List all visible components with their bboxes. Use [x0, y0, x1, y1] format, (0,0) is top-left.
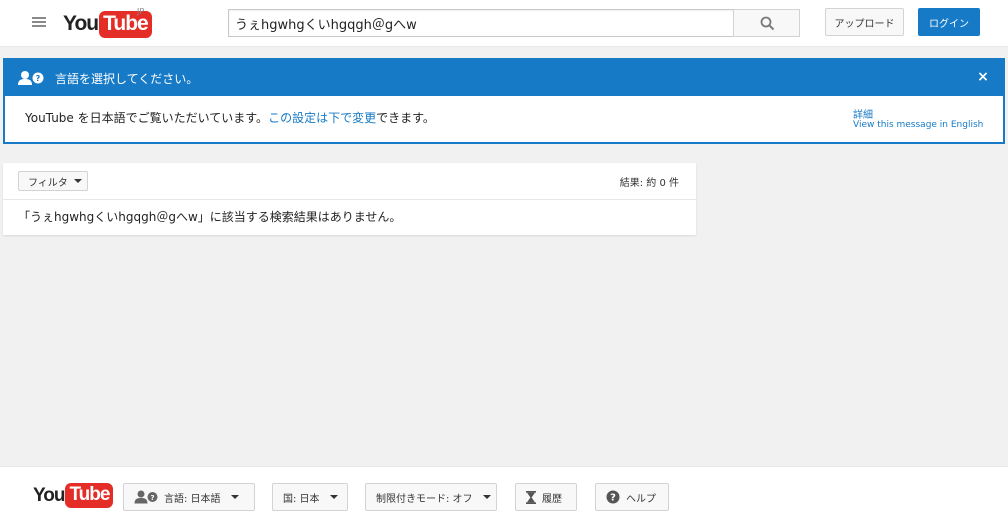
restricted-mode-button[interactable]: 制限付きモード: オフ — [365, 483, 497, 511]
login-button[interactable]: ログイン — [918, 8, 980, 36]
country-button[interactable]: 国: 日本 — [272, 483, 348, 511]
search-box — [228, 9, 734, 37]
view-in-english-link[interactable]: View this message in English — [853, 120, 983, 130]
svg-text:?: ? — [610, 493, 616, 504]
country-label: 国: 日本 — [283, 493, 320, 505]
help-icon: ? — [606, 490, 620, 504]
footer-logo-tube-text: Tube — [65, 483, 114, 508]
logo-you-text: You — [63, 12, 99, 35]
footer: You Tube ? 言語: 日本語 国: 日本 制限付きモード: オフ 履歴 … — [0, 466, 1008, 526]
footer-youtube-logo[interactable]: You Tube — [33, 483, 114, 508]
youtube-logo[interactable]: You Tube JP — [63, 7, 152, 38]
svg-text:?: ? — [150, 494, 154, 502]
change-setting-link[interactable]: この設定は下で変更 — [268, 111, 376, 125]
language-alert: ? 言語を選択してください。 × YouTube を日本語でご覧いただいています… — [3, 58, 1005, 144]
search-input[interactable] — [229, 10, 734, 36]
history-label: 履歴 — [542, 493, 562, 505]
caret-down-icon — [482, 495, 491, 499]
search-icon — [760, 16, 775, 31]
help-button[interactable]: ? ヘルプ — [595, 483, 669, 511]
no-results-message: 「うぇhgwhgくいhgqgh＠gへw」に該当する検索結果はありません。 — [18, 210, 402, 224]
learn-more-link[interactable]: 詳細 — [853, 106, 873, 121]
language-button[interactable]: ? 言語: 日本語 — [123, 483, 255, 511]
alert-body-suffix: できます。 — [376, 111, 435, 125]
masthead: You Tube JP アップロード ログイン — [0, 0, 1008, 47]
search-button[interactable] — [733, 9, 800, 37]
filter-label: フィルタ — [28, 177, 68, 189]
restricted-mode-label: 制限付きモード: オフ — [376, 493, 473, 505]
alert-header: ? 言語を選択してください。 × — [5, 60, 1003, 96]
language-label: 言語: 日本語 — [164, 493, 221, 505]
alert-title: 言語を選択してください。 — [55, 72, 199, 86]
history-button[interactable]: 履歴 — [515, 483, 577, 511]
hourglass-icon — [526, 490, 536, 504]
language-users-icon: ? — [134, 490, 158, 504]
help-label: ヘルプ — [626, 493, 656, 505]
result-count: 結果: 約 0 件 — [619, 178, 679, 189]
upload-button[interactable]: アップロード — [825, 8, 904, 36]
language-users-icon: ? — [18, 71, 44, 85]
caret-down-icon — [73, 179, 82, 183]
alert-body: YouTube を日本語でご覧いただいています。この設定は下で変更できます。 — [25, 109, 435, 126]
divider — [3, 199, 696, 200]
search-results-panel: フィルタ 結果: 約 0 件 「うぇhgwhgくいhgqgh＠gへw」に該当する… — [3, 163, 696, 235]
guide-menu-icon[interactable] — [31, 15, 47, 29]
alert-body-prefix: YouTube を日本語でご覧いただいています。 — [25, 111, 269, 125]
caret-down-icon — [230, 495, 239, 499]
footer-logo-you-text: You — [33, 484, 66, 506]
svg-text:?: ? — [36, 74, 41, 83]
close-icon[interactable]: × — [975, 69, 991, 85]
caret-down-icon — [329, 495, 338, 499]
logo-region: JP — [137, 7, 145, 16]
filter-button[interactable]: フィルタ — [18, 171, 88, 191]
